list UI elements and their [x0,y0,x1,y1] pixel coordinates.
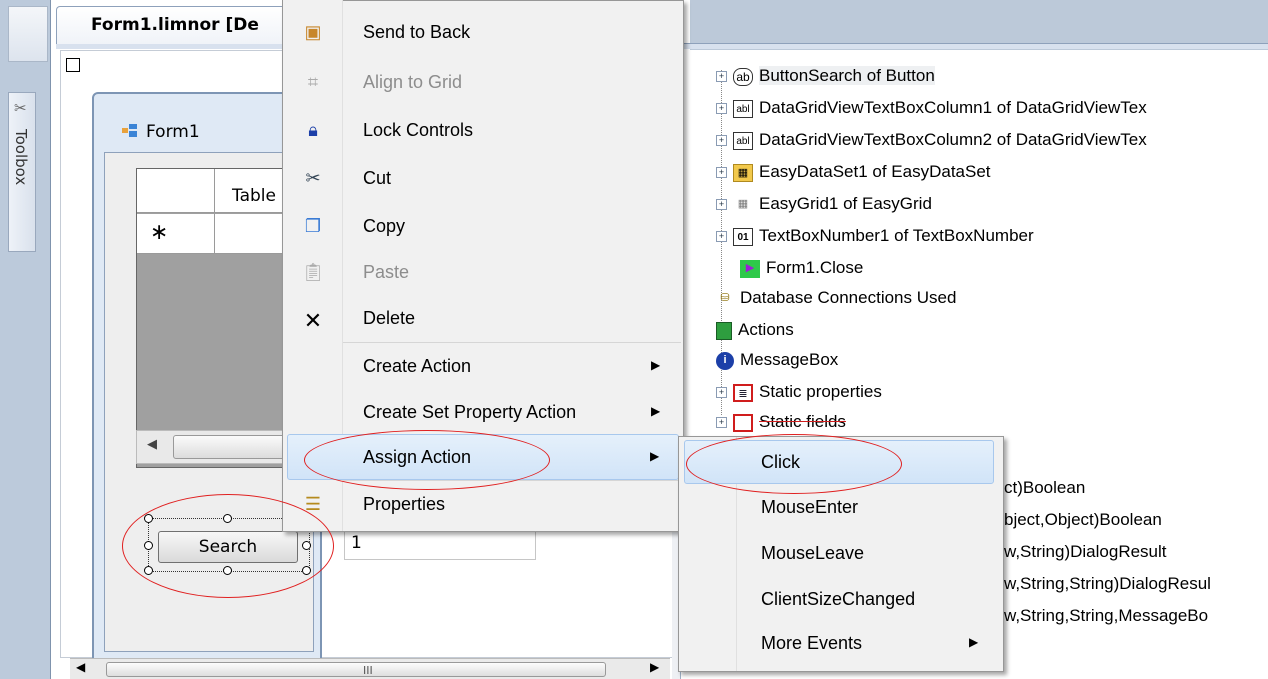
tree-item-static-fields[interactable]: + Static fields [716,412,846,432]
expand-icon[interactable]: + [716,231,727,243]
submenu-arrow-icon: ▶ [650,449,660,463]
static-fields-icon [733,413,753,432]
toolbox-label: Toolbox [12,129,30,186]
info-icon: i [716,351,734,370]
paste-icon: 📋︎ [301,262,325,282]
textbox-abl-icon: abl [733,99,753,118]
form-icon [122,124,137,137]
button-ab-icon: ab [733,67,753,86]
method-item-partial[interactable]: w,String,String)DialogResul [1004,574,1211,594]
tree-item-actions[interactable]: Actions [716,320,794,340]
form-title: Form1 [146,122,200,142]
tree-item-database-connections[interactable]: ⛁ Database Connections Used [716,288,956,308]
toolbox-icon: ✂ [14,99,27,117]
static-properties-icon: ≣ [733,383,753,402]
resize-handle[interactable] [223,566,232,575]
document-tab-title: Form1.limnor [De [91,15,259,35]
submenu-item-mouseleave[interactable]: MouseLeave [679,532,1003,576]
grid-column-header[interactable]: Table [232,186,276,206]
grid-row-header [137,214,215,254]
properties-icon: ☰ [304,494,322,514]
search-button[interactable]: Search [158,531,298,563]
action-arrow-icon: ▶ [740,259,760,278]
expand-icon[interactable]: + [716,387,727,399]
grid-corner-cell [137,169,215,213]
copy-icon: ❐ [304,216,322,236]
dataset-icon: ▦ [733,163,753,182]
resize-handle[interactable] [144,514,153,523]
lock-icon: 🔒︎ [308,120,318,140]
expand-icon[interactable]: + [716,167,727,179]
menu-item-send-to-back[interactable]: ▣ Send to Back [283,10,683,56]
toolbox-tab[interactable]: ✂ Toolbox [8,92,36,252]
method-item-partial[interactable]: w,String)DialogResult [1004,542,1167,562]
menu-item-create-action[interactable]: Create Action ▶ [283,344,683,390]
scissors-icon: ✂ [305,168,321,188]
number-box-icon: 01 [733,227,753,246]
method-item-partial[interactable]: w,String,String,MessageBo [1004,606,1208,626]
menu-separator [343,342,681,343]
database-icon: ⛁ [720,291,730,304]
textbox-abl-icon: abl [733,131,753,150]
expand-icon[interactable]: + [716,199,727,211]
expand-icon[interactable]: + [716,417,727,429]
scroll-thumb[interactable]: III [106,662,606,677]
submenu-item-click[interactable]: Click [684,440,994,484]
tree-item-messagebox[interactable]: i MessageBox [716,350,838,370]
menu-item-create-set-property-action[interactable]: Create Set Property Action ▶ [283,390,683,436]
scroll-right-arrow-icon[interactable]: ▶ [650,660,659,674]
menu-item-assign-action[interactable]: Assign Action ▶ [287,434,679,480]
tree-item-static-properties[interactable]: + ≣ Static properties [716,382,882,402]
grid-icon: ▦ [737,197,749,210]
expand-icon[interactable]: + [716,71,727,83]
actions-icon [716,321,732,340]
delete-icon: ✕ [303,308,323,333]
new-row-marker: ∗ [150,220,169,245]
tree-item-textboxnumber[interactable]: +01 TextBoxNumber1 of TextBoxNumber [716,226,1034,246]
resize-handle[interactable] [144,541,153,550]
tree-item-form1-close[interactable]: ▶ Form1.Close [740,258,863,278]
resize-handle[interactable] [302,541,311,550]
designer-horizontal-scrollbar[interactable]: ◀ III ▶ [70,658,670,679]
menu-item-lock-controls[interactable]: 🔒︎ Lock Controls [283,108,683,154]
tree-item-easydataset[interactable]: + ▦ EasyDataSet1 of EasyDataSet [716,162,991,182]
scroll-left-arrow-icon[interactable]: ◀ [76,660,85,674]
dock-grip[interactable] [8,6,48,62]
tree-item-button-search[interactable]: + ab ButtonSearch of Button [716,66,935,86]
menu-item-paste[interactable]: 📋︎ Paste [283,250,683,296]
submenu-item-more-events[interactable]: More Events ▶ [679,622,1003,666]
menu-separator [343,480,681,481]
component-tray-toggle-icon[interactable] [66,58,80,72]
tree-item-column1[interactable]: + abl DataGridViewTextBoxColumn1 of DataGr… [716,98,1147,118]
document-tab[interactable]: Form1.limnor [De [56,6,286,44]
align-grid-icon: ⌗ [307,72,319,92]
submenu-arrow-icon: ▶ [651,358,661,372]
menu-item-align-to-grid[interactable]: ⌗ Align to Grid [283,60,683,106]
submenu-arrow-icon: ▶ [651,404,661,418]
method-item-partial[interactable]: bject,Object)Boolean [1004,510,1162,530]
expand-icon[interactable]: + [716,135,727,147]
menu-item-delete[interactable]: ✕ Delete [283,296,683,342]
tree-item-column2[interactable]: + abl DataGridViewTextBoxColumn2 of DataGr… [716,130,1147,150]
submenu-item-mouseenter[interactable]: MouseEnter [679,486,1003,530]
resize-handle[interactable] [144,566,153,575]
menu-item-copy[interactable]: ❐ Copy [283,204,683,250]
send-to-back-icon: ▣ [304,22,322,42]
menu-item-properties[interactable]: ☰ Properties [283,482,683,528]
menu-item-cut[interactable]: ✂ Cut [283,156,683,202]
scroll-left-arrow-icon[interactable]: ◀ [147,437,157,452]
submenu-arrow-icon: ▶ [969,635,979,649]
submenu-item-clientsizechanged[interactable]: ClientSizeChanged [679,578,1003,622]
expand-icon[interactable]: + [716,103,727,115]
tree-item-easygrid[interactable]: + ▦ EasyGrid1 of EasyGrid [716,194,932,214]
method-item-partial[interactable]: ct)Boolean [1004,478,1085,498]
resize-handle[interactable] [223,514,232,523]
resize-handle[interactable] [302,566,311,575]
grip-icon: III [363,664,373,677]
textbox-number[interactable]: 1 [344,530,536,560]
